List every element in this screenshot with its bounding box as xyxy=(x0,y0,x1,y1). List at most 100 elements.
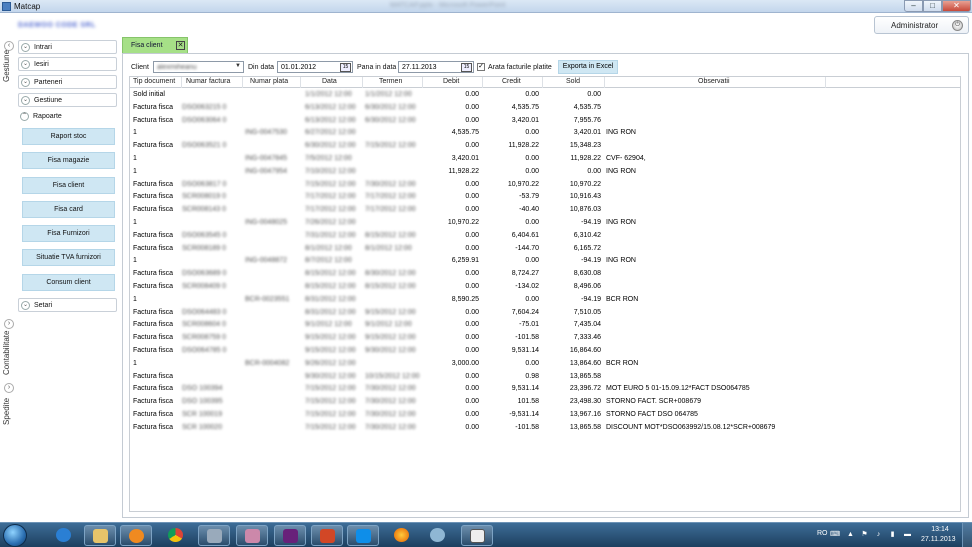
nav-item-gestiune[interactable]: ⌄ Gestiune xyxy=(18,93,117,107)
table-row[interactable]: Factura fisca DSO063064 0 6/13/2012 12:00 6… xyxy=(130,115,960,128)
clock-date[interactable]: 27.11.2013 xyxy=(921,536,956,543)
flag-icon[interactable]: ⚑ xyxy=(860,530,869,539)
matcap-taskbar-icon[interactable] xyxy=(461,525,493,546)
rail-label-gestiune[interactable]: Gestiune xyxy=(2,50,11,82)
rail-label-spedite[interactable]: Spedite xyxy=(2,398,11,425)
column-separator[interactable] xyxy=(422,77,423,88)
table-row[interactable]: Factura fisca DSO 100395 7/15/2012 12:00 7/… xyxy=(130,396,960,409)
column-header[interactable]: Termen xyxy=(379,78,402,85)
language-indicator[interactable]: RO xyxy=(817,530,828,537)
ie-icon[interactable] xyxy=(48,525,80,546)
visual-studio-icon[interactable] xyxy=(274,525,306,546)
table-row[interactable]: 1 ING-0048025 7/26/2012 12:00 10,970.22 0.00… xyxy=(130,217,960,230)
app-icon-misc[interactable] xyxy=(422,525,454,546)
table-row[interactable]: Factura fisca DSO064483 0 8/31/2012 12:00 9… xyxy=(130,307,960,320)
media-player-icon[interactable] xyxy=(120,525,152,546)
table-row[interactable]: Sold initial 1/1/2012 12:00 1/1/2012 12:00… xyxy=(130,89,960,102)
maximize-button[interactable]: □ xyxy=(923,0,942,12)
column-separator[interactable] xyxy=(604,77,605,88)
paint-icon[interactable] xyxy=(236,525,268,546)
column-separator[interactable] xyxy=(362,77,363,88)
column-separator[interactable] xyxy=(181,77,182,88)
column-separator[interactable] xyxy=(242,77,243,88)
column-header[interactable]: Debit xyxy=(443,78,459,85)
table-row[interactable]: Factura fisca DSO064785 0 9/15/2012 12:00 9… xyxy=(130,345,960,358)
table-row[interactable]: 1 BCR-0004082 9/26/2012 12:00 3,000.00 0.00 1… xyxy=(130,358,960,371)
column-header[interactable]: Numar factura xyxy=(186,78,230,85)
tab-fisa-client[interactable]: Fisa client ✕ xyxy=(122,37,188,53)
report-situatie-tva-button[interactable]: Situatie TVA furnizori xyxy=(22,249,115,266)
rail-label-contabilitate[interactable]: Contabilitate xyxy=(2,331,11,375)
nav-item-iesiri[interactable]: ⌄ Iesiri xyxy=(18,57,117,71)
calendar-icon[interactable]: 15 xyxy=(340,63,351,72)
column-header[interactable]: Numar plata xyxy=(250,78,288,85)
table-row[interactable]: Factura fisca SCR 100020 7/15/2012 12:00 7/… xyxy=(130,422,960,435)
table-row[interactable]: 1 ING-0048872 8/7/2012 12:00 6,259.91 0.00 -9… xyxy=(130,255,960,268)
report-fisa-card-button[interactable]: Fisa card xyxy=(22,201,115,218)
table-row[interactable]: Factura fisca SCR 100019 7/15/2012 12:00 7/… xyxy=(130,409,960,422)
table-row[interactable]: Factura fisca DSO063817 0 7/15/2012 12:00 7… xyxy=(130,179,960,192)
table-row[interactable]: Factura fisca 9/30/2012 12:00 10/15/2012 1… xyxy=(130,371,960,384)
clock-time[interactable]: 13:14 xyxy=(930,526,950,533)
firefox-icon[interactable] xyxy=(386,525,418,546)
tray-arrow-icon[interactable]: ▲ xyxy=(846,530,855,539)
table-row[interactable]: 1 ING-0047954 7/10/2012 12:00 11,928.22 0.00… xyxy=(130,166,960,179)
table-row[interactable]: Factura fisca DSO 100394 7/15/2012 12:00 7/… xyxy=(130,383,960,396)
power-tray-icon[interactable]: ▬ xyxy=(903,530,912,539)
column-header[interactable]: Tip document xyxy=(133,78,175,85)
nav-item-intrari[interactable]: ⌄ Intrari xyxy=(18,40,117,54)
tools-icon[interactable] xyxy=(198,525,230,546)
report-fisa-furnizori-button[interactable]: Fisa Furnizori xyxy=(22,225,115,242)
nav-item-rapoarte[interactable]: ⌃ Rapoarte xyxy=(18,110,117,124)
report-fisa-client-button[interactable]: Fisa client xyxy=(22,177,115,194)
column-separator[interactable] xyxy=(482,77,483,88)
chrome-icon[interactable] xyxy=(160,525,192,546)
show-desktop-button[interactable] xyxy=(962,523,972,547)
table-row[interactable]: Factura fisca DSO063215 0 6/13/2012 12:00 6… xyxy=(130,102,960,115)
start-button[interactable] xyxy=(3,524,27,547)
table-row[interactable]: Factura fisca SCR008604 0 9/1/2012 12:00 9/… xyxy=(130,319,960,332)
teamviewer-icon[interactable] xyxy=(347,525,379,546)
table-row[interactable]: 1 ING-0047530 6/27/2012 12:00 4,535.75 0.00 3… xyxy=(130,127,960,140)
table-row[interactable]: Factura fisca SCR008189 0 8/1/2012 12:00 8/… xyxy=(130,243,960,256)
table-row[interactable]: Factura fisca SCR008143 0 7/17/2012 12:00 7… xyxy=(130,204,960,217)
column-separator[interactable] xyxy=(542,77,543,88)
table-row[interactable]: Factura fisca DSO063545 0 7/31/2012 12:00 8… xyxy=(130,230,960,243)
to-date-picker[interactable]: 27.11.2013 15 xyxy=(398,61,474,73)
from-date-picker[interactable]: 01.01.2012 15 xyxy=(277,61,353,73)
cell-data: 8/7/2012 12:00 xyxy=(305,257,352,265)
explorer-icon[interactable] xyxy=(84,525,116,546)
tab-close-icon[interactable]: ✕ xyxy=(176,41,185,50)
table-row[interactable]: Factura fisca SCR008019 0 7/17/2012 12:00 7… xyxy=(130,191,960,204)
column-header[interactable]: Data xyxy=(322,78,337,85)
calendar-icon[interactable]: 15 xyxy=(461,63,472,72)
nav-item-setari[interactable]: ⌄ Setari xyxy=(18,298,117,312)
table-row[interactable]: Factura fisca SCR008759 0 9/15/2012 12:00 9… xyxy=(130,332,960,345)
column-header[interactable]: Observatii xyxy=(698,78,730,85)
report-consum-client-button[interactable]: Consum client xyxy=(22,274,115,291)
report-raport-stoc-button[interactable]: Raport stoc xyxy=(22,128,115,145)
column-separator[interactable] xyxy=(825,77,826,88)
table-row[interactable]: 1 BCR-0023551 8/31/2012 12:00 8,590.25 0.00 -… xyxy=(130,294,960,307)
table-row[interactable]: Factura fisca SCR008409 0 8/15/2012 12:00 8… xyxy=(130,281,960,294)
column-header[interactable]: Sold xyxy=(566,78,580,85)
report-fisa-magazie-button[interactable]: Fisa magazie xyxy=(22,152,115,169)
table-row[interactable]: 1 ING-0047845 7/5/2012 12:00 3,420.01 0.00 11… xyxy=(130,153,960,166)
close-button[interactable]: ✕ xyxy=(942,0,971,12)
powerpoint-icon[interactable] xyxy=(311,525,343,546)
rail-expand-icon[interactable]: › xyxy=(4,383,14,393)
table-row[interactable]: Factura fisca DSO063689 0 8/15/2012 12:00 8… xyxy=(130,268,960,281)
table-row[interactable]: Factura fisca DSO063521 0 6/30/2012 12:00 7… xyxy=(130,140,960,153)
minimize-button[interactable]: – xyxy=(904,0,923,12)
nav-item-parteneri[interactable]: ⌄ Parteneri xyxy=(18,75,117,89)
network-icon[interactable]: ▮ xyxy=(888,530,897,539)
export-excel-button[interactable]: Exporta in Excel xyxy=(558,60,618,74)
user-button[interactable]: Administrator ⏻ xyxy=(874,16,969,34)
keyboard-icon[interactable]: ⌨ xyxy=(830,530,840,539)
paid-invoices-checkbox[interactable]: ✓ xyxy=(477,63,485,71)
column-separator[interactable] xyxy=(300,77,301,88)
volume-icon[interactable]: ♪ xyxy=(874,530,883,539)
column-header[interactable]: Credit xyxy=(502,78,521,85)
client-select[interactable]: alexmiheanu ▼ xyxy=(153,61,244,73)
rail-expand-icon[interactable]: › xyxy=(4,319,14,329)
